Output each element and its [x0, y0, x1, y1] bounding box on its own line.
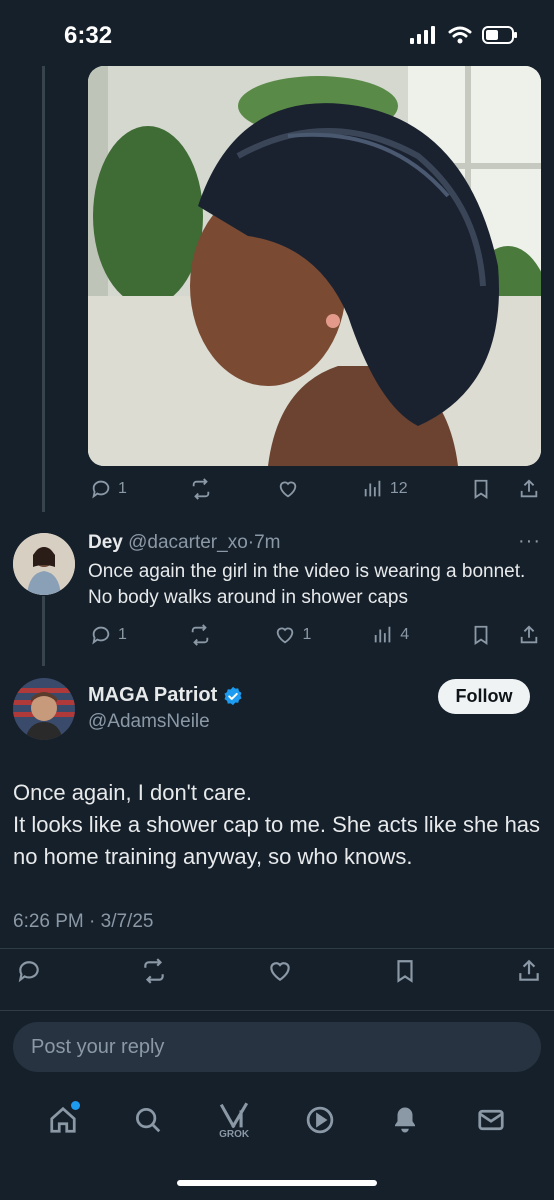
- reply-header: Dey @dacarter_xo·7m: [88, 532, 281, 554]
- follow-button[interactable]: Follow: [438, 679, 530, 714]
- bell-icon: [395, 1107, 416, 1133]
- repost-action[interactable]: [188, 624, 212, 646]
- reply-count: 1: [118, 626, 127, 643]
- views-icon: [375, 626, 391, 643]
- share-icon[interactable]: [518, 478, 540, 500]
- reply-input[interactable]: Post your reply: [13, 1022, 541, 1072]
- divider: [0, 948, 554, 949]
- heart-icon: [279, 481, 296, 498]
- avatar[interactable]: [13, 533, 75, 595]
- status-icons: [410, 26, 518, 44]
- post-timestamp[interactable]: 6:26 PM · 3/7/25: [13, 911, 153, 933]
- views-icon: [364, 480, 381, 497]
- more-options-icon[interactable]: ···: [518, 530, 541, 553]
- nav-home[interactable]: [38, 1095, 88, 1145]
- divider: [0, 1010, 554, 1011]
- reply-action[interactable]: 1: [90, 624, 127, 646]
- reply-actions: 1 1 4: [90, 624, 540, 646]
- thread-line: [42, 66, 45, 512]
- cellular-signal-icon: [410, 26, 435, 44]
- wifi-icon: [448, 26, 472, 44]
- reply-author-handle[interactable]: @dacarter_xo: [128, 532, 248, 553]
- repost-icon: [191, 624, 208, 646]
- views-action[interactable]: 12: [362, 478, 408, 500]
- nav-video[interactable]: [295, 1095, 345, 1145]
- repost-action[interactable]: [189, 478, 213, 500]
- reply-icon: [92, 626, 110, 645]
- bookmark-icon[interactable]: [392, 958, 418, 984]
- post-actions: 1 12: [90, 478, 540, 500]
- reply-text: Once again the girl in the video is wear…: [88, 561, 526, 608]
- reply-author-name[interactable]: Dey: [88, 532, 123, 553]
- grok-icon: [220, 1101, 249, 1128]
- post-image[interactable]: [88, 66, 541, 466]
- share-icon[interactable]: [516, 958, 542, 984]
- bottom-nav: GROK: [0, 1090, 554, 1150]
- like-action[interactable]: 1: [273, 624, 312, 646]
- reply-count: 1: [118, 480, 127, 497]
- status-time: 6:32: [64, 22, 113, 49]
- heart-icon: [276, 627, 293, 644]
- home-indicator: [177, 1180, 377, 1186]
- nav-notifications[interactable]: [380, 1095, 430, 1145]
- reply-action[interactable]: 1: [90, 478, 127, 500]
- share-icon[interactable]: [518, 624, 540, 646]
- author-row: MAGA Patriot: [88, 684, 243, 707]
- author-handle[interactable]: @AdamsNeile: [88, 711, 210, 733]
- repost-icon: [192, 478, 210, 500]
- verified-badge-icon: [224, 686, 242, 705]
- grok-label: GROK: [219, 1128, 250, 1140]
- like-count: 1: [302, 626, 312, 643]
- reply-placeholder: Post your reply: [31, 1035, 165, 1058]
- post-text-line: Once again, I don't care.: [13, 780, 253, 805]
- author-name[interactable]: MAGA Patriot: [88, 684, 217, 707]
- nav-grok[interactable]: GROK: [209, 1095, 259, 1145]
- nav-search[interactable]: [123, 1095, 173, 1145]
- reply-age: 7m: [254, 532, 281, 553]
- search-icon: [136, 1108, 161, 1133]
- views-count: 4: [400, 626, 410, 643]
- views-count: 12: [389, 480, 408, 497]
- mail-icon: [478, 1109, 504, 1131]
- like-action[interactable]: [276, 478, 300, 500]
- post-text: Once again, I don't care. It looks like …: [13, 777, 543, 873]
- main-post-actions: [16, 958, 542, 984]
- nav-messages[interactable]: [466, 1095, 516, 1145]
- post-text-line: It looks like a shower cap to me. She ac…: [13, 812, 541, 869]
- heart-icon[interactable]: [266, 958, 294, 984]
- notification-dot: [70, 1101, 80, 1110]
- thread-line: [42, 596, 45, 666]
- avatar[interactable]: [13, 678, 75, 740]
- views-action[interactable]: 4: [372, 624, 409, 646]
- reply-icon: [92, 480, 110, 499]
- battery-icon: [482, 26, 517, 44]
- play-icon: [306, 1106, 334, 1134]
- bookmark-icon[interactable]: [470, 478, 492, 500]
- repost-icon[interactable]: [140, 958, 168, 984]
- reply-icon[interactable]: [16, 958, 42, 984]
- bookmark-icon[interactable]: [470, 624, 492, 646]
